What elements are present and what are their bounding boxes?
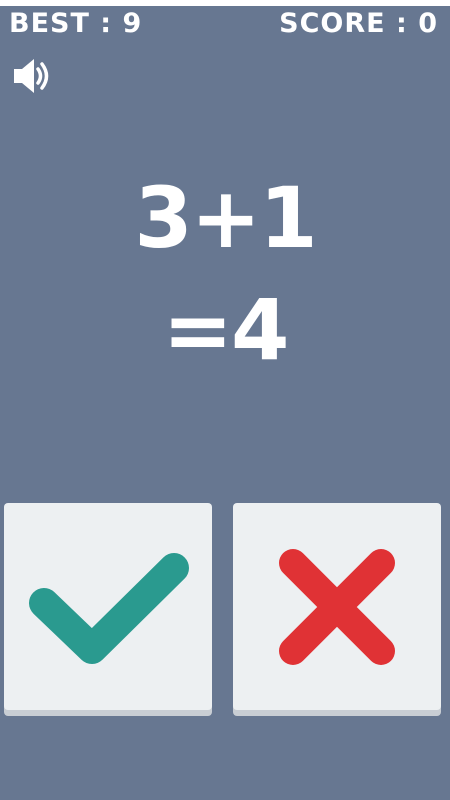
current-score: SCORE : 0	[279, 8, 438, 39]
sound-toggle-button[interactable]	[12, 56, 56, 96]
equation-expression: 3+1	[134, 169, 317, 267]
top-strip	[0, 0, 450, 6]
wrong-button[interactable]	[233, 503, 441, 710]
equation-result: =4	[162, 281, 290, 379]
checkmark-icon	[29, 553, 189, 664]
correct-button[interactable]	[4, 503, 212, 710]
cross-icon	[279, 549, 395, 665]
best-score: BEST : 9	[9, 8, 143, 39]
speaker-icon	[14, 59, 49, 93]
